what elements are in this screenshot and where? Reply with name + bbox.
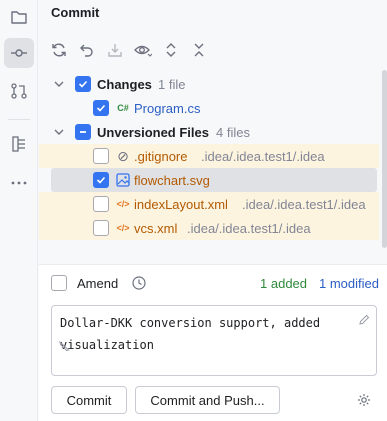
tool-window-stripe bbox=[0, 0, 38, 421]
commit-and-push-button[interactable]: Commit and Push... bbox=[135, 386, 280, 414]
xml-file-icon: </> bbox=[116, 223, 130, 233]
unversioned-group-checkbox[interactable] bbox=[75, 124, 91, 140]
pull-requests-icon bbox=[11, 83, 27, 99]
collapse-all-button[interactable] bbox=[189, 40, 209, 60]
commit-icon bbox=[11, 49, 27, 57]
collapse-all-icon bbox=[194, 43, 204, 57]
file-checkbox[interactable] bbox=[93, 148, 109, 164]
commit-message-field[interactable]: Dollar-DKK conversion support, added vis… bbox=[51, 305, 377, 376]
structure-icon bbox=[12, 136, 25, 152]
project-folder-icon bbox=[11, 11, 27, 24]
unversioned-group-label: Unversioned Files bbox=[97, 124, 209, 140]
commit-message-text[interactable]: Dollar-DKK conversion support, added vis… bbox=[60, 312, 354, 356]
ignore-file-icon: ⊘ bbox=[117, 147, 129, 164]
file-row-gitignore[interactable]: ⊘ .gitignore .idea/.idea.test1/.idea bbox=[39, 144, 379, 168]
xml-file-icon: </> bbox=[116, 199, 130, 209]
more-button[interactable] bbox=[4, 168, 34, 198]
file-checkbox[interactable] bbox=[93, 172, 109, 188]
file-checkbox[interactable] bbox=[93, 220, 109, 236]
chevron-down-icon[interactable] bbox=[51, 76, 67, 92]
file-checkbox[interactable] bbox=[93, 196, 109, 212]
added-count: 1 added bbox=[260, 275, 308, 291]
commit-message-area: Amend 1 added 1 modified Dollar-DKK conv… bbox=[39, 265, 387, 421]
file-path: .idea/.idea.test1/.idea bbox=[242, 196, 366, 212]
file-checkbox[interactable] bbox=[93, 100, 109, 116]
file-name: Program.cs bbox=[134, 100, 201, 116]
show-diff-button[interactable] bbox=[133, 40, 153, 60]
commit-button[interactable]: Commit bbox=[51, 386, 127, 414]
project-button[interactable] bbox=[4, 2, 34, 32]
rollback-button[interactable] bbox=[77, 40, 97, 60]
shelve-icon bbox=[108, 44, 122, 57]
file-path: .idea/.idea.test1/.idea bbox=[187, 220, 311, 236]
settings-gear-icon[interactable] bbox=[357, 393, 371, 407]
panel-title: Commit bbox=[51, 5, 100, 20]
changes-group-row[interactable]: Changes 1 file bbox=[39, 72, 379, 96]
edit-pencil-icon bbox=[358, 314, 370, 326]
amend-row: Amend 1 added 1 modified bbox=[51, 273, 381, 293]
refresh-icon bbox=[52, 43, 66, 57]
file-row-indexlayout-xml[interactable]: </> indexLayout.xml .idea/.idea.test1/.i… bbox=[39, 192, 379, 216]
file-row-flowchart-svg[interactable]: flowchart.svg bbox=[51, 168, 377, 192]
shelve-button[interactable] bbox=[105, 40, 125, 60]
file-row-vcs-xml[interactable]: </> vcs.xml .idea/.idea.test1/.idea bbox=[39, 216, 379, 240]
file-path: .idea/.idea.test1/.idea bbox=[201, 148, 325, 164]
unversioned-group-row[interactable]: Unversioned Files 4 files bbox=[39, 120, 379, 144]
file-name: .gitignore bbox=[134, 148, 188, 164]
changes-group-checkbox[interactable] bbox=[75, 76, 91, 92]
resize-handle-icon[interactable] bbox=[58, 340, 70, 352]
refresh-button[interactable] bbox=[49, 40, 69, 60]
commit-panel: Commit Changes 1 file C# Program.cs Unve… bbox=[39, 0, 387, 421]
file-name: flowchart.svg bbox=[134, 172, 210, 188]
tree-scrollbar[interactable] bbox=[382, 70, 387, 248]
amend-checkbox[interactable] bbox=[51, 275, 67, 291]
history-icon[interactable] bbox=[132, 276, 146, 290]
changes-tree: Changes 1 file C# Program.cs Unversioned… bbox=[39, 70, 387, 242]
modified-count: 1 modified bbox=[319, 275, 379, 291]
file-row-program-cs[interactable]: C# Program.cs bbox=[39, 96, 379, 120]
expand-all-button[interactable] bbox=[161, 40, 181, 60]
stripe-divider bbox=[8, 119, 30, 120]
changes-group-label: Changes bbox=[97, 76, 152, 92]
chevron-down-icon[interactable] bbox=[51, 124, 67, 140]
more-icon bbox=[11, 181, 27, 185]
commit-toolbar bbox=[49, 38, 209, 62]
file-name: indexLayout.xml bbox=[134, 196, 228, 212]
image-file-icon bbox=[115, 172, 131, 188]
unversioned-group-count: 4 files bbox=[216, 124, 250, 140]
show-diff-icon bbox=[134, 45, 152, 57]
expand-all-icon bbox=[166, 43, 176, 57]
file-name: vcs.xml bbox=[134, 220, 178, 236]
amend-label: Amend bbox=[77, 275, 119, 291]
commit-tool-button[interactable] bbox=[4, 38, 34, 68]
pull-requests-button[interactable] bbox=[4, 76, 34, 106]
csharp-file-icon: C# bbox=[117, 103, 129, 113]
rollback-icon bbox=[80, 44, 93, 57]
changes-group-count: 1 file bbox=[158, 76, 186, 92]
structure-button[interactable] bbox=[4, 129, 34, 159]
